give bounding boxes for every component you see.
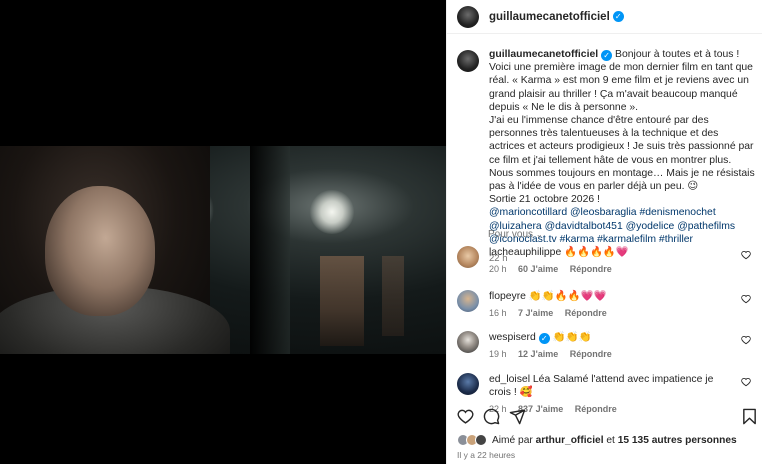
chevron-down-icon: ⌄ — [535, 230, 543, 239]
post-panel: guillaumecanetofficiel ✓ guillaumecaneto… — [446, 0, 762, 464]
reply-button[interactable]: Répondre — [570, 349, 612, 359]
commenter-avatar[interactable] — [457, 331, 479, 353]
likes-mid: et — [606, 434, 615, 446]
author-username[interactable]: guillaumecanetofficiel — [489, 11, 610, 23]
comment-item: lacheauphilippe 🔥🔥🔥🔥💗 20 h 60 J'aime Rép… — [457, 246, 757, 274]
share-icon[interactable] — [509, 408, 526, 425]
verified-icon: ✓ — [612, 11, 624, 22]
reply-button[interactable]: Répondre — [570, 264, 612, 274]
comment-likes[interactable]: 12 J'aime — [518, 349, 558, 359]
caption-text-2: J'ai eu l'immense chance d'être entouré … — [489, 115, 755, 193]
comment-text: 🔥🔥🔥🔥💗 — [564, 247, 629, 258]
author-avatar[interactable] — [457, 5, 479, 28]
caption-tags[interactable]: @marioncotillard @leosbaraglia #denismen… — [489, 206, 755, 246]
heart-icon[interactable] — [741, 294, 751, 304]
post-timestamp: Il y a 22 heures — [457, 450, 516, 460]
commenter-username[interactable]: flopeyre — [489, 291, 526, 302]
bookmark-icon[interactable] — [742, 408, 757, 425]
comment-text: 👏👏🔥🔥💗💗 — [528, 291, 607, 302]
commenter-username[interactable]: ed_loisel — [489, 374, 530, 385]
verified-icon: ✓ — [601, 50, 613, 61]
post-header: guillaumecanetofficiel ✓ — [447, 0, 762, 34]
heart-icon[interactable] — [457, 408, 474, 425]
post-media[interactable] — [0, 0, 446, 464]
comment-likes[interactable]: 7 J'aime — [518, 308, 553, 318]
commenter-username[interactable]: wespiserd — [489, 332, 536, 343]
comment-time: 20 h — [489, 264, 507, 274]
caption-avatar[interactable] — [457, 50, 479, 72]
comment-sort[interactable]: Pour vous ⌄ — [488, 229, 543, 240]
commenter-avatar[interactable] — [457, 373, 479, 395]
comment-item: flopeyre 👏👏🔥🔥💗💗 16 h 7 J'aime Répondre — [457, 290, 757, 318]
verified-icon: ✓ — [538, 333, 550, 344]
liker-username[interactable]: arthur_officiel — [536, 435, 604, 446]
comment-likes[interactable]: 60 J'aime — [518, 264, 558, 274]
likes-count[interactable]: 15 135 autres personnes — [618, 435, 737, 446]
caption-username[interactable]: guillaumecanetofficiel — [489, 49, 598, 60]
comment-icon[interactable] — [483, 408, 500, 425]
likes-summary[interactable]: Aimé par arthur_officiel et 15 135 autre… — [457, 434, 737, 446]
commenter-avatar[interactable] — [457, 290, 479, 312]
reply-button[interactable]: Répondre — [565, 308, 607, 318]
post-actions — [457, 406, 757, 430]
sort-label: Pour vous — [488, 229, 534, 240]
heart-icon[interactable] — [741, 377, 751, 387]
liker-avatar — [475, 434, 487, 446]
heart-icon[interactable] — [741, 250, 751, 260]
comment-time: 19 h — [489, 349, 507, 359]
comment-item: wespiserd ✓ 👏👏👏 19 h 12 J'aime Répondre — [457, 331, 757, 359]
comment-text: 👏👏👏 — [552, 332, 592, 343]
video-frame[interactable] — [0, 146, 446, 354]
likes-prefix: Aimé par — [492, 434, 533, 446]
commenter-username[interactable]: lacheauphilippe — [489, 247, 561, 258]
comment-time: 16 h — [489, 308, 507, 318]
commenter-avatar[interactable] — [457, 246, 479, 268]
actress-face — [45, 186, 155, 316]
caption-text-3: Sortie 21 octobre 2026 ! — [489, 194, 600, 206]
heart-icon[interactable] — [741, 335, 751, 345]
